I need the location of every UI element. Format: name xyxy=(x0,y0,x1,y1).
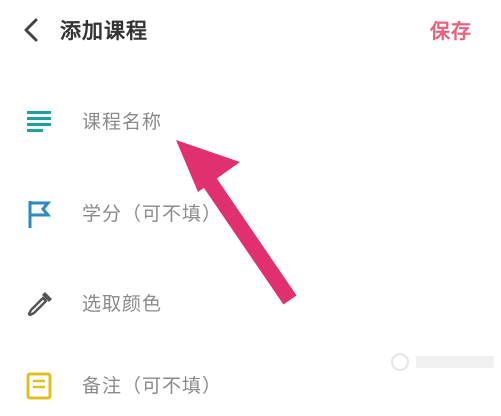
flag-icon xyxy=(28,201,52,228)
note-icon xyxy=(26,372,52,400)
chevron-left-icon[interactable] xyxy=(20,16,44,44)
save-button[interactable]: 保存 xyxy=(430,14,472,48)
eyedropper-icon xyxy=(27,292,52,317)
top-bar: 添加课程 保存 xyxy=(0,0,501,64)
credits-input[interactable]: 学分（可不填） xyxy=(82,198,222,230)
note-input[interactable]: 备注（可不填） xyxy=(82,370,222,402)
credits-row[interactable]: 学分（可不填） xyxy=(0,184,501,244)
page-title: 添加课程 xyxy=(60,19,148,43)
course-name-input[interactable]: 课程名称 xyxy=(82,106,162,138)
text-lines-icon xyxy=(27,111,51,132)
color-picker-label: 选取颜色 xyxy=(82,293,163,315)
watermark-logo xyxy=(391,353,494,371)
course-name-row[interactable]: 课程名称 xyxy=(0,92,501,152)
color-picker-row[interactable]: 选取颜色 xyxy=(0,274,501,334)
